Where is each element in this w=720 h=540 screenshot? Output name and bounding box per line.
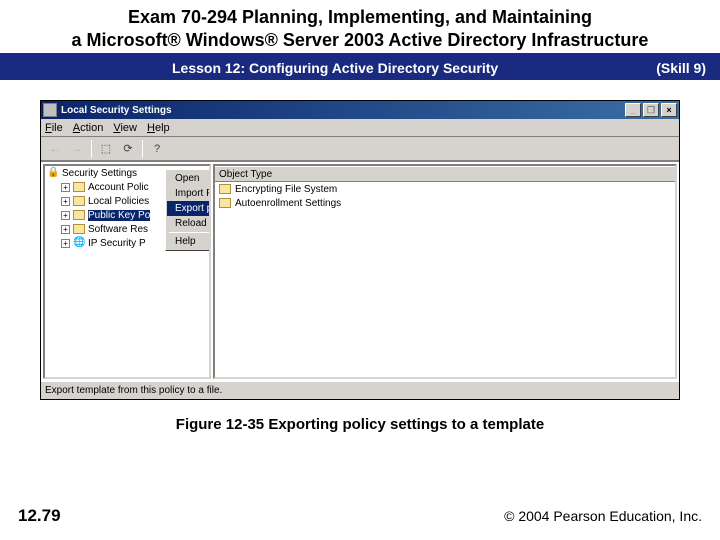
skill-label: (Skill 9) <box>656 60 706 76</box>
list-item[interactable]: Autoenrollment Settings <box>215 196 675 210</box>
folder-icon <box>73 182 85 192</box>
ipsec-icon: 🌐 <box>73 237 85 249</box>
forward-button[interactable]: → <box>67 139 87 159</box>
maximize-button[interactable]: ❐ <box>643 103 659 117</box>
back-button[interactable]: ← <box>45 139 65 159</box>
expand-icon[interactable]: + <box>61 197 70 206</box>
tree-item-label: Public Key Po <box>88 210 150 221</box>
tree-root-label: Security Settings <box>62 168 137 179</box>
tree-item-label: Software Res <box>88 224 148 235</box>
ctx-reload[interactable]: Reload <box>167 216 211 231</box>
footer: 12.79 © 2004 Pearson Education, Inc. <box>0 506 720 526</box>
list-item-label: Autoenrollment Settings <box>235 198 341 209</box>
menu-help[interactable]: Help <box>147 122 170 134</box>
refresh-button[interactable]: ⟳ <box>118 139 138 159</box>
statusbar: Export template from this policy to a fi… <box>41 381 679 399</box>
lesson-bar: Lesson 12: Configuring Active Directory … <box>0 56 720 80</box>
menubar: File Action View Help <box>41 119 679 137</box>
help-button[interactable]: ? <box>147 139 167 159</box>
toolbar: ← → ⬚ ⟳ ? <box>41 137 679 161</box>
app-window: Local Security Settings _ ❐ × File Actio… <box>40 100 680 400</box>
toolbar-separator <box>91 140 92 158</box>
column-header[interactable]: Object Type <box>215 166 675 182</box>
app-icon <box>43 103 57 117</box>
menu-file[interactable]: File <box>45 122 63 134</box>
ctx-separator <box>169 232 211 233</box>
client-area: 🔒 Security Settings + Account Polic + Lo… <box>41 161 679 381</box>
statusbar-text: Export template from this policy to a fi… <box>45 385 222 396</box>
ctx-import-policy[interactable]: Import Policy... <box>167 186 211 201</box>
ctx-open[interactable]: Open <box>167 171 211 186</box>
ctx-help[interactable]: Help <box>167 234 211 249</box>
list-item-label: Encrypting File System <box>235 184 337 195</box>
figure-caption: Figure 12-35 Exporting policy settings t… <box>0 416 720 433</box>
tree-pane[interactable]: 🔒 Security Settings + Account Polic + Lo… <box>43 164 211 379</box>
folder-icon <box>73 224 85 234</box>
tree-item-label: Local Policies <box>88 196 149 207</box>
folder-icon <box>219 184 231 194</box>
settings-icon <box>219 198 231 208</box>
list-item[interactable]: Encrypting File System <box>215 182 675 196</box>
slide-title: Exam 70-294 Planning, Implementing, and … <box>0 0 720 56</box>
expand-icon[interactable]: + <box>61 225 70 234</box>
expand-icon[interactable]: + <box>61 183 70 192</box>
up-button[interactable]: ⬚ <box>96 139 116 159</box>
list-pane[interactable]: Object Type Encrypting File System Autoe… <box>213 164 677 379</box>
toolbar-separator-2 <box>142 140 143 158</box>
window-title: Local Security Settings <box>61 105 172 116</box>
lesson-text: Lesson 12: Configuring Active Directory … <box>14 60 656 76</box>
ctx-export-policy[interactable]: Export policy... <box>167 201 211 216</box>
folder-icon <box>73 196 85 206</box>
tree-item-label: Account Polic <box>88 182 149 193</box>
page-number: 12.79 <box>18 506 61 526</box>
security-icon: 🔒 <box>47 167 59 179</box>
title-line-2: a Microsoft® Windows® Server 2003 Active… <box>72 30 649 50</box>
menu-action[interactable]: Action <box>73 122 104 134</box>
folder-icon <box>73 210 85 220</box>
close-button[interactable]: × <box>661 103 677 117</box>
expand-icon[interactable]: + <box>61 239 70 248</box>
context-menu: Open Import Policy... Export policy... R… <box>165 169 211 251</box>
tree-item-label: IP Security P <box>88 238 146 249</box>
expand-icon[interactable]: + <box>61 211 70 220</box>
titlebar[interactable]: Local Security Settings _ ❐ × <box>41 101 679 119</box>
title-line-1: Exam 70-294 Planning, Implementing, and … <box>128 7 592 27</box>
minimize-button[interactable]: _ <box>625 103 641 117</box>
copyright: © 2004 Pearson Education, Inc. <box>504 508 702 524</box>
menu-view[interactable]: View <box>113 122 137 134</box>
